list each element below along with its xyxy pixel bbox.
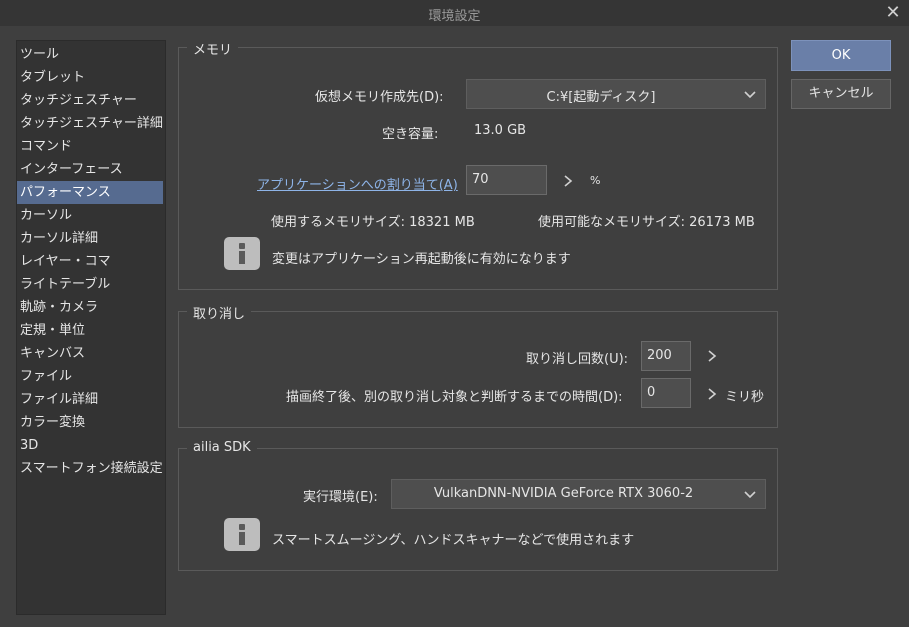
allocation-input[interactable]: 70 bbox=[466, 165, 547, 195]
execution-env-value: VulkanDNN-NVIDIA GeForce RTX 3060-2 bbox=[433, 486, 694, 501]
close-icon[interactable]: ✕ bbox=[883, 3, 903, 23]
sidebar-item-color-conversion[interactable]: カラー変換 bbox=[17, 411, 165, 434]
sidebar-item-cursor-detail[interactable]: カーソル詳細 bbox=[17, 227, 165, 250]
chevron-right-icon[interactable] bbox=[562, 174, 574, 188]
virtual-memory-value: C:¥[起動ディスク] bbox=[546, 90, 656, 105]
sidebar-item-canvas[interactable]: キャンバス bbox=[17, 342, 165, 365]
memory-info-text: 変更はアプリケーション再起動後に有効になります bbox=[272, 252, 571, 267]
virtual-memory-dropdown[interactable]: C:¥[起動ディスク] bbox=[466, 79, 766, 109]
sidebar-item-tablet[interactable]: タブレット bbox=[17, 66, 165, 89]
used-memory-size: 使用するメモリサイズ: 18321 MB bbox=[271, 215, 475, 230]
available-memory-size: 使用可能なメモリサイズ: 26173 MB bbox=[538, 215, 755, 230]
ailia-sdk-group: ailia SDK bbox=[178, 440, 778, 571]
undo-time-unit: ミリ秒 bbox=[725, 390, 765, 405]
chevron-down-icon bbox=[744, 491, 756, 499]
sidebar-item-trail-camera[interactable]: 軌跡・カメラ bbox=[17, 296, 165, 319]
title-bar: 環境設定 ✕ bbox=[0, 0, 909, 26]
sidebar-item-touch-gesture-detail[interactable]: タッチジェスチャー詳細 bbox=[17, 112, 165, 135]
info-icon bbox=[224, 518, 260, 551]
undo-count-input[interactable]: 200 bbox=[641, 341, 691, 371]
free-space-value: 13.0 GB bbox=[474, 123, 527, 138]
allocation-unit: % bbox=[590, 174, 601, 187]
sidebar-item-command[interactable]: コマンド bbox=[17, 135, 165, 158]
chevron-down-icon bbox=[744, 91, 756, 99]
sidebar-item-layer-frame[interactable]: レイヤー・コマ bbox=[17, 250, 165, 273]
sidebar-item-touch-gesture[interactable]: タッチジェスチャー bbox=[17, 89, 165, 112]
ailia-sdk-group-label: ailia SDK bbox=[187, 440, 257, 455]
free-space-label: 空き容量: bbox=[382, 127, 439, 142]
execution-env-label: 実行環境(E): bbox=[303, 490, 378, 505]
chevron-right-icon[interactable] bbox=[706, 387, 718, 401]
sidebar-item-tool[interactable]: ツール bbox=[17, 43, 165, 66]
chevron-right-icon[interactable] bbox=[706, 349, 718, 363]
sidebar-item-file-detail[interactable]: ファイル詳細 bbox=[17, 388, 165, 411]
sidebar-item-light-table[interactable]: ライトテーブル bbox=[17, 273, 165, 296]
undo-group-label: 取り消し bbox=[187, 303, 252, 322]
sidebar-item-cursor[interactable]: カーソル bbox=[17, 204, 165, 227]
window-title: 環境設定 bbox=[428, 9, 481, 24]
memory-group-label: メモリ bbox=[187, 39, 239, 58]
sidebar-item-smartphone[interactable]: スマートフォン接続設定 bbox=[17, 457, 165, 480]
sidebar-item-ruler-unit[interactable]: 定規・単位 bbox=[17, 319, 165, 342]
sidebar-item-file[interactable]: ファイル bbox=[17, 365, 165, 388]
ok-button[interactable]: OK bbox=[791, 40, 891, 71]
execution-env-dropdown[interactable]: VulkanDNN-NVIDIA GeForce RTX 3060-2 bbox=[391, 479, 766, 509]
undo-count-label: 取り消し回数(U): bbox=[526, 352, 629, 367]
sidebar-item-performance[interactable]: パフォーマンス bbox=[17, 181, 163, 204]
undo-time-label: 描画終了後、別の取り消し対象と判断するまでの時間(D): bbox=[286, 390, 623, 405]
undo-time-input[interactable]: 0 bbox=[641, 378, 691, 408]
virtual-memory-label: 仮想メモリ作成先(D): bbox=[315, 90, 444, 105]
sidebar-item-3d[interactable]: 3D bbox=[17, 434, 165, 457]
sidebar-item-interface[interactable]: インターフェース bbox=[17, 158, 165, 181]
allocation-link[interactable]: アプリケーションへの割り当て(A) bbox=[257, 174, 458, 193]
category-list[interactable]: ツール タブレット タッチジェスチャー タッチジェスチャー詳細 コマンド インタ… bbox=[16, 40, 166, 615]
cancel-button[interactable]: キャンセル bbox=[791, 79, 891, 109]
info-icon bbox=[224, 237, 260, 270]
ailia-info-text: スマートスムージング、ハンドスキャナーなどで使用されます bbox=[272, 533, 635, 548]
